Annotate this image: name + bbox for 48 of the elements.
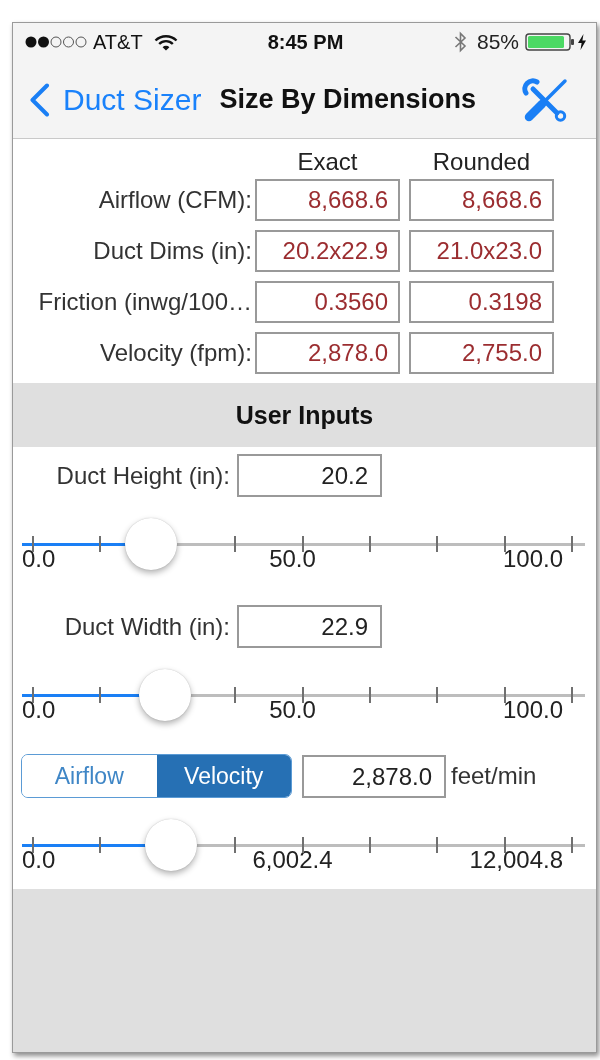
wrench-screwdriver-icon[interactable]	[522, 77, 568, 122]
slider-thumb[interactable]	[144, 819, 197, 871]
output-field: 0.3198	[409, 281, 554, 323]
section-header: User Inputs	[13, 383, 596, 447]
bluetooth-icon	[453, 30, 467, 54]
output-field: 0.3560	[255, 281, 400, 323]
scale-label: 0.0	[22, 547, 56, 571]
input-field[interactable]: 22.9	[237, 605, 382, 648]
carrier-name: AT&T	[93, 30, 143, 54]
unit-label: feet/min	[451, 762, 537, 790]
slider[interactable]: 0.0 50.0 100.0	[22, 669, 585, 722]
input-field[interactable]: 2,878.0	[302, 754, 446, 798]
slider-thumb[interactable]	[139, 669, 191, 721]
wifi-icon	[153, 33, 178, 51]
battery-percent: 85%	[476, 30, 519, 54]
input-field[interactable]: 20.2	[237, 454, 382, 497]
scale-label: 100.0	[502, 698, 563, 722]
scale-label: 100.0	[502, 547, 563, 571]
battery-icon	[525, 33, 575, 51]
scale-label: 0.0	[22, 698, 56, 722]
slider[interactable]: 0.0 50.0 100.0	[22, 518, 585, 571]
chevron-left-icon	[29, 82, 50, 117]
nav-title: Size By Dimensions	[219, 84, 476, 115]
input-label: Duct Height (in):	[55, 461, 230, 490]
output-field: 2,878.0	[255, 332, 400, 374]
output-field: 8,668.6	[409, 179, 554, 221]
row-label: Friction (inwg/100…	[37, 288, 252, 316]
output-field: 21.0x23.0	[409, 230, 554, 272]
scale-label: 12,004.8	[469, 848, 563, 872]
segment-button[interactable]: Velocity	[156, 755, 291, 797]
output-field: 20.2x22.9	[255, 230, 400, 272]
scale-label: 6,002.4	[252, 848, 333, 872]
column-header: Rounded	[431, 150, 532, 174]
scale-label: 50.0	[269, 698, 316, 722]
slider[interactable]: 0.0 6,002.4 12,004.8	[22, 819, 585, 872]
output-field: 8,668.6	[255, 179, 400, 221]
row-label: Airflow (CFM):	[97, 186, 252, 214]
slider-thumb[interactable]	[125, 518, 178, 570]
input-label: Duct Width (in):	[63, 612, 230, 641]
row-label: Velocity (fpm):	[98, 339, 252, 367]
scale-label: 50.0	[269, 547, 316, 571]
row-label: Duct Dims (in):	[92, 237, 252, 265]
charging-bolt-icon	[578, 34, 586, 50]
scale-label: 0.0	[22, 848, 56, 872]
output-field: 2,755.0	[409, 332, 554, 374]
status-time: 8:45 PM	[267, 30, 344, 54]
signal-strength-icon	[25, 36, 87, 48]
column-header: Exact	[296, 150, 359, 174]
